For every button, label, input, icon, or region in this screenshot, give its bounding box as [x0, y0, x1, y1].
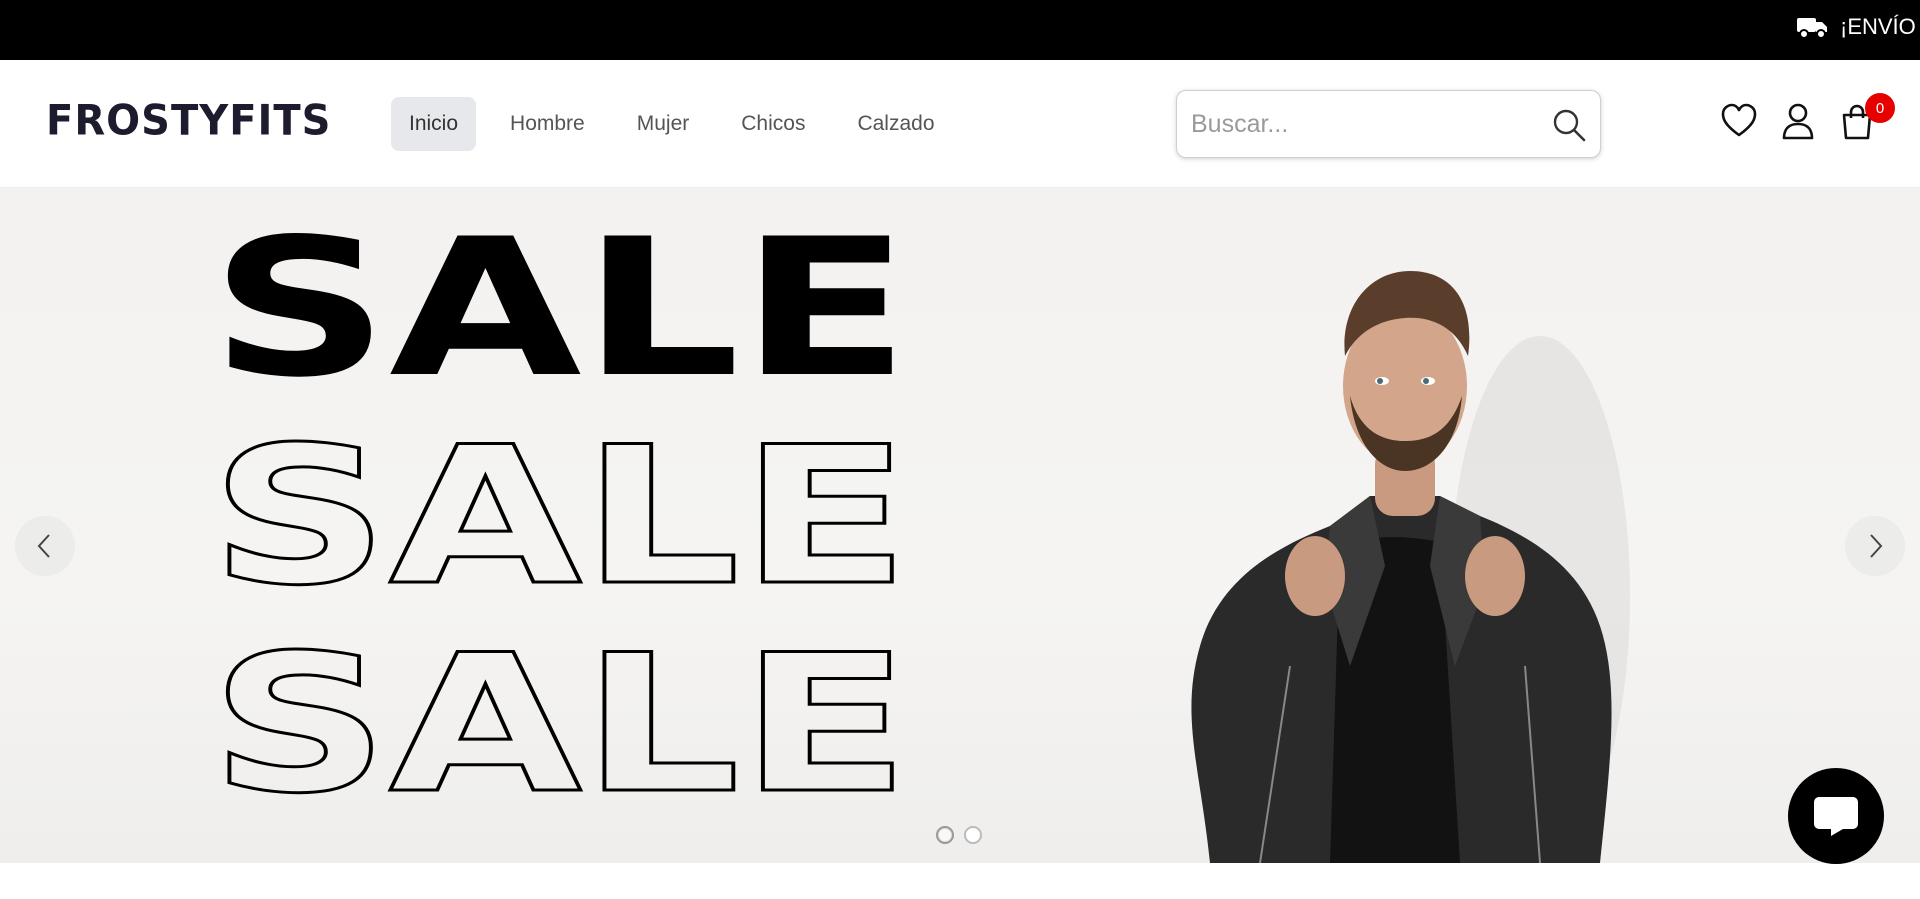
search-icon[interactable] [1552, 108, 1586, 142]
user-icon [1782, 103, 1814, 140]
slider-prev-button[interactable] [15, 516, 75, 576]
heart-icon [1721, 103, 1757, 137]
search-box [1176, 90, 1601, 158]
man-in-leather-jacket-photo [1191, 271, 1630, 863]
sale-headline-outline-2: SALE [209, 630, 912, 800]
sale-headline-solid: SALE [210, 214, 910, 384]
chat-button[interactable] [1788, 768, 1884, 864]
chat-bubble-icon [1814, 797, 1858, 836]
search-input[interactable] [1191, 91, 1531, 157]
sale-text-2: SALE [210, 422, 910, 592]
wishlist-button[interactable] [1721, 102, 1757, 140]
account-button[interactable] [1780, 102, 1816, 140]
nav-item-chicos[interactable]: Chicos [723, 97, 823, 151]
nav-item-hombre[interactable]: Hombre [492, 97, 603, 151]
chevron-right-icon [1870, 534, 1883, 558]
nav-item-mujer[interactable]: Mujer [619, 97, 708, 151]
sale-headline-outline-1: SALE [209, 422, 912, 592]
cart-count-badge: 0 [1865, 93, 1895, 123]
chevron-left-icon [37, 534, 50, 558]
slider-dot-2[interactable] [964, 826, 982, 844]
announcement-bar: ¡ENVÍO G [0, 0, 1920, 60]
truck-icon [1797, 18, 1827, 39]
main-nav: Inicio Hombre Mujer Chicos Calzado [391, 97, 953, 151]
slider-next-button[interactable] [1845, 516, 1905, 576]
sale-text-3: SALE [210, 630, 910, 800]
slider-dot-1[interactable] [936, 826, 954, 844]
slider-dots [936, 826, 982, 844]
nav-item-calzado[interactable]: Calzado [839, 97, 952, 151]
brand-logo[interactable]: FROSTYFITS [46, 97, 332, 145]
site-header: FROSTYFITS Inicio Hombre Mujer Chicos Ca… [0, 60, 1920, 188]
hero-slider: SALE SALE SALE [0, 188, 1920, 863]
nav-item-inicio[interactable]: Inicio [391, 97, 477, 151]
announcement-item: ¡ENVÍO G [1796, 14, 1920, 40]
sale-text-1: SALE [210, 214, 910, 384]
announcement-text: ¡ENVÍO G [1840, 14, 1920, 39]
